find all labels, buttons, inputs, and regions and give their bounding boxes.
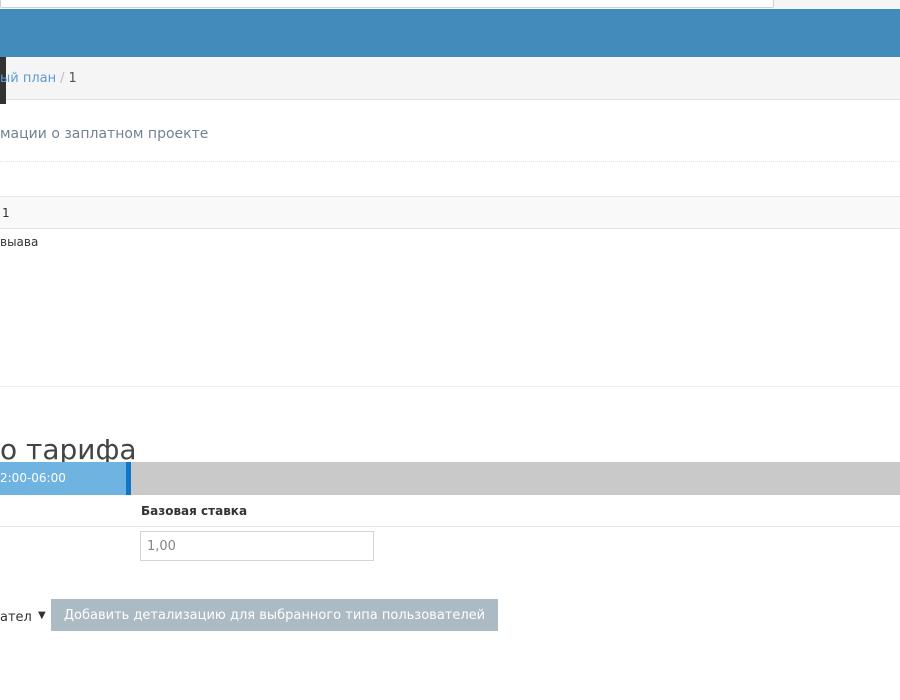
top-navbar — [0, 9, 900, 57]
base-rate-input[interactable] — [140, 531, 374, 561]
rate-table-header: Базовая ставка — [0, 495, 900, 527]
breadcrumb-parent-link[interactable]: ый план — [0, 71, 56, 86]
tab-time-period[interactable]: 2:00-06:00 — [0, 462, 131, 495]
breadcrumb-text: ый план /1 — [0, 71, 77, 86]
info-row: 1 — [0, 196, 900, 229]
add-detail-button[interactable]: Добавить детализацию для выбранного типа… — [51, 599, 498, 631]
tariff-tab-bar: 2:00-06:00 — [0, 462, 900, 495]
info-row-value: 1 — [2, 206, 10, 220]
page-subtitle: мации о заплатном проекте — [0, 126, 209, 142]
breadcrumb: ый план /1 — [0, 57, 900, 104]
divider — [0, 161, 900, 162]
description-text: выава — [0, 235, 39, 249]
triangle-down-icon: ▼ — [38, 610, 46, 621]
tab-time-period-label: 2:00-06:00 — [0, 471, 66, 485]
tariff-heading: о тарифа — [0, 432, 137, 466]
breadcrumb-current: 1 — [68, 71, 77, 86]
divider — [0, 386, 900, 387]
address-bar[interactable] — [0, 0, 774, 8]
user-type-select-value: ател — [0, 610, 32, 625]
browser-top-strip — [0, 0, 900, 9]
base-rate-column-header: Базовая ставка — [141, 504, 248, 518]
breadcrumb-separator: / — [60, 71, 65, 86]
